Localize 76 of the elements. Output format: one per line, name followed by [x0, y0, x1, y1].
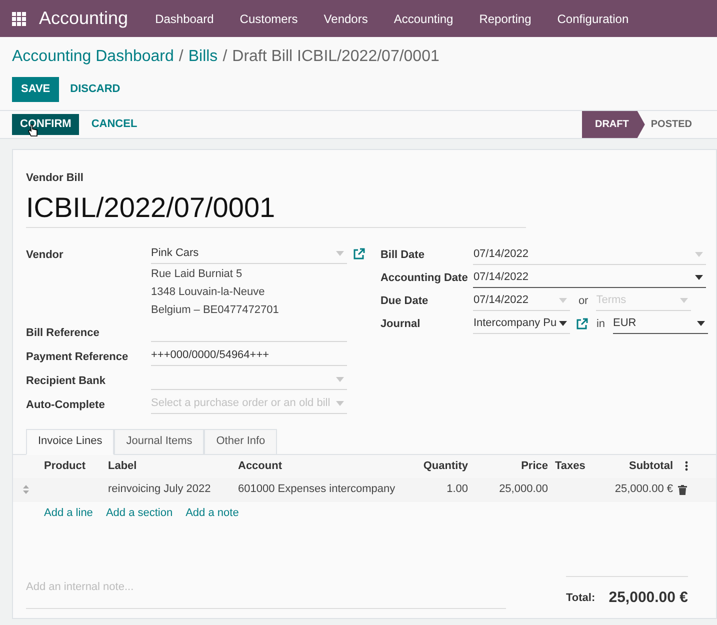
- trash-icon[interactable]: [678, 484, 687, 494]
- field-value: EUR: [613, 316, 636, 332]
- add-link[interactable]: Add a line: [44, 505, 93, 522]
- menu-item[interactable]: Dashboard: [142, 10, 227, 28]
- field-label: Due Date: [380, 294, 430, 309]
- address-line: 1348 Louvain-la-Neuve: [151, 284, 266, 300]
- menu-item[interactable]: Accounting: [380, 10, 466, 28]
- discard-button[interactable]: DISCARD: [61, 77, 130, 102]
- field-placeholder: Select a purchase order or an old bill: [151, 396, 330, 411]
- add-link[interactable]: Add a note: [186, 505, 239, 522]
- add-link[interactable]: Add a section: [106, 505, 173, 522]
- total-label: Total:: [566, 590, 596, 606]
- field-value: 07/14/2022: [473, 247, 528, 262]
- field-value: Intercompany Pu: [473, 316, 557, 332]
- field-label: Payment Reference: [26, 350, 130, 364]
- save-button[interactable]: SAVE: [12, 77, 60, 102]
- menu-item[interactable]: Reporting: [466, 10, 544, 28]
- external-link-icon[interactable]: [353, 248, 365, 260]
- address-line: Belgium – BE0477472701: [151, 302, 280, 318]
- app-name[interactable]: Accounting: [39, 5, 128, 32]
- field-label: Bill Reference: [26, 326, 100, 340]
- menu-item[interactable]: Vendors: [310, 10, 381, 28]
- menu-item[interactable]: Customers: [226, 10, 311, 28]
- table-cell-text: 601000 Expenses intercompany: [238, 482, 396, 498]
- table-cell-text: 25,000.00 €: [614, 482, 673, 498]
- caret-icon[interactable]: [697, 321, 705, 326]
- breadcrumb-separator: /: [178, 47, 184, 67]
- apps-menu-icon[interactable]: [12, 12, 26, 26]
- column-header[interactable]: Label: [108, 458, 238, 474]
- field-value: +++000/0000/54964+++: [151, 348, 270, 363]
- dropdown-field[interactable]: EUR: [613, 314, 708, 334]
- column-header[interactable]: Subtotal: [598, 458, 673, 474]
- input-field[interactable]: +++000/0000/54964+++: [151, 346, 347, 366]
- column-options-icon[interactable]: [685, 461, 688, 471]
- column-header[interactable]: Account: [238, 458, 410, 474]
- form-subtitle: Vendor Bill: [26, 171, 84, 186]
- breadcrumb-current: Draft Bill ICBIL/2022/07/0001: [232, 47, 440, 67]
- breadcrumb-separator: /: [222, 47, 228, 67]
- table-cell-text: 25,000.00: [498, 482, 548, 498]
- total-amount: 25,000.00 €: [608, 588, 688, 608]
- date-field[interactable]: 07/14/2022: [473, 268, 706, 288]
- table-cell-text: 1.00: [446, 482, 468, 498]
- field-label: Bill Date: [380, 248, 426, 263]
- confirm-button[interactable]: CONFIRM: [12, 114, 80, 135]
- field-value: 07/14/2022: [473, 293, 528, 308]
- field-label: Recipient Bank: [26, 374, 106, 388]
- table-cell-text: reinvoicing July 2022: [108, 482, 212, 498]
- field-label: Auto-Complete: [26, 398, 106, 412]
- tab[interactable]: Other Info: [204, 428, 278, 454]
- address-line: Rue Laid Burniat 5: [151, 266, 244, 282]
- dropdown-field[interactable]: Pink Cars: [151, 244, 347, 264]
- field-label: Accounting Date: [380, 270, 469, 286]
- tab[interactable]: Invoice Lines: [26, 428, 114, 454]
- date-field[interactable]: 07/14/2022: [473, 246, 706, 264]
- bill-number-field[interactable]: ICBIL/2022/07/0001: [26, 190, 526, 228]
- caret-icon[interactable]: [559, 321, 568, 326]
- dropdown-field[interactable]: Intercompany Pu: [473, 314, 570, 334]
- status-step[interactable]: DRAFT: [582, 111, 645, 138]
- column-header[interactable]: Taxes: [548, 458, 598, 474]
- external-link-icon[interactable]: [576, 318, 588, 330]
- breadcrumb-link[interactable]: Bills: [188, 45, 218, 69]
- caret-icon[interactable]: [695, 275, 704, 280]
- field-label: Journal: [380, 316, 422, 332]
- connector-text: in: [596, 316, 605, 332]
- cancel-button[interactable]: CANCEL: [81, 114, 148, 135]
- connector-text: or: [578, 294, 588, 309]
- date-field[interactable]: 07/14/2022: [473, 292, 570, 310]
- column-header[interactable]: Quantity: [410, 458, 468, 474]
- column-header[interactable]: Price: [468, 458, 548, 474]
- field-label: Vendor: [26, 248, 64, 262]
- field-value: Pink Cars: [151, 246, 199, 261]
- tab[interactable]: Journal Items: [114, 428, 204, 454]
- breadcrumb-link[interactable]: Accounting Dashboard: [12, 45, 174, 69]
- column-header[interactable]: Product: [44, 458, 108, 474]
- menu-item[interactable]: Configuration: [544, 10, 642, 28]
- field-value: 07/14/2022: [473, 270, 528, 286]
